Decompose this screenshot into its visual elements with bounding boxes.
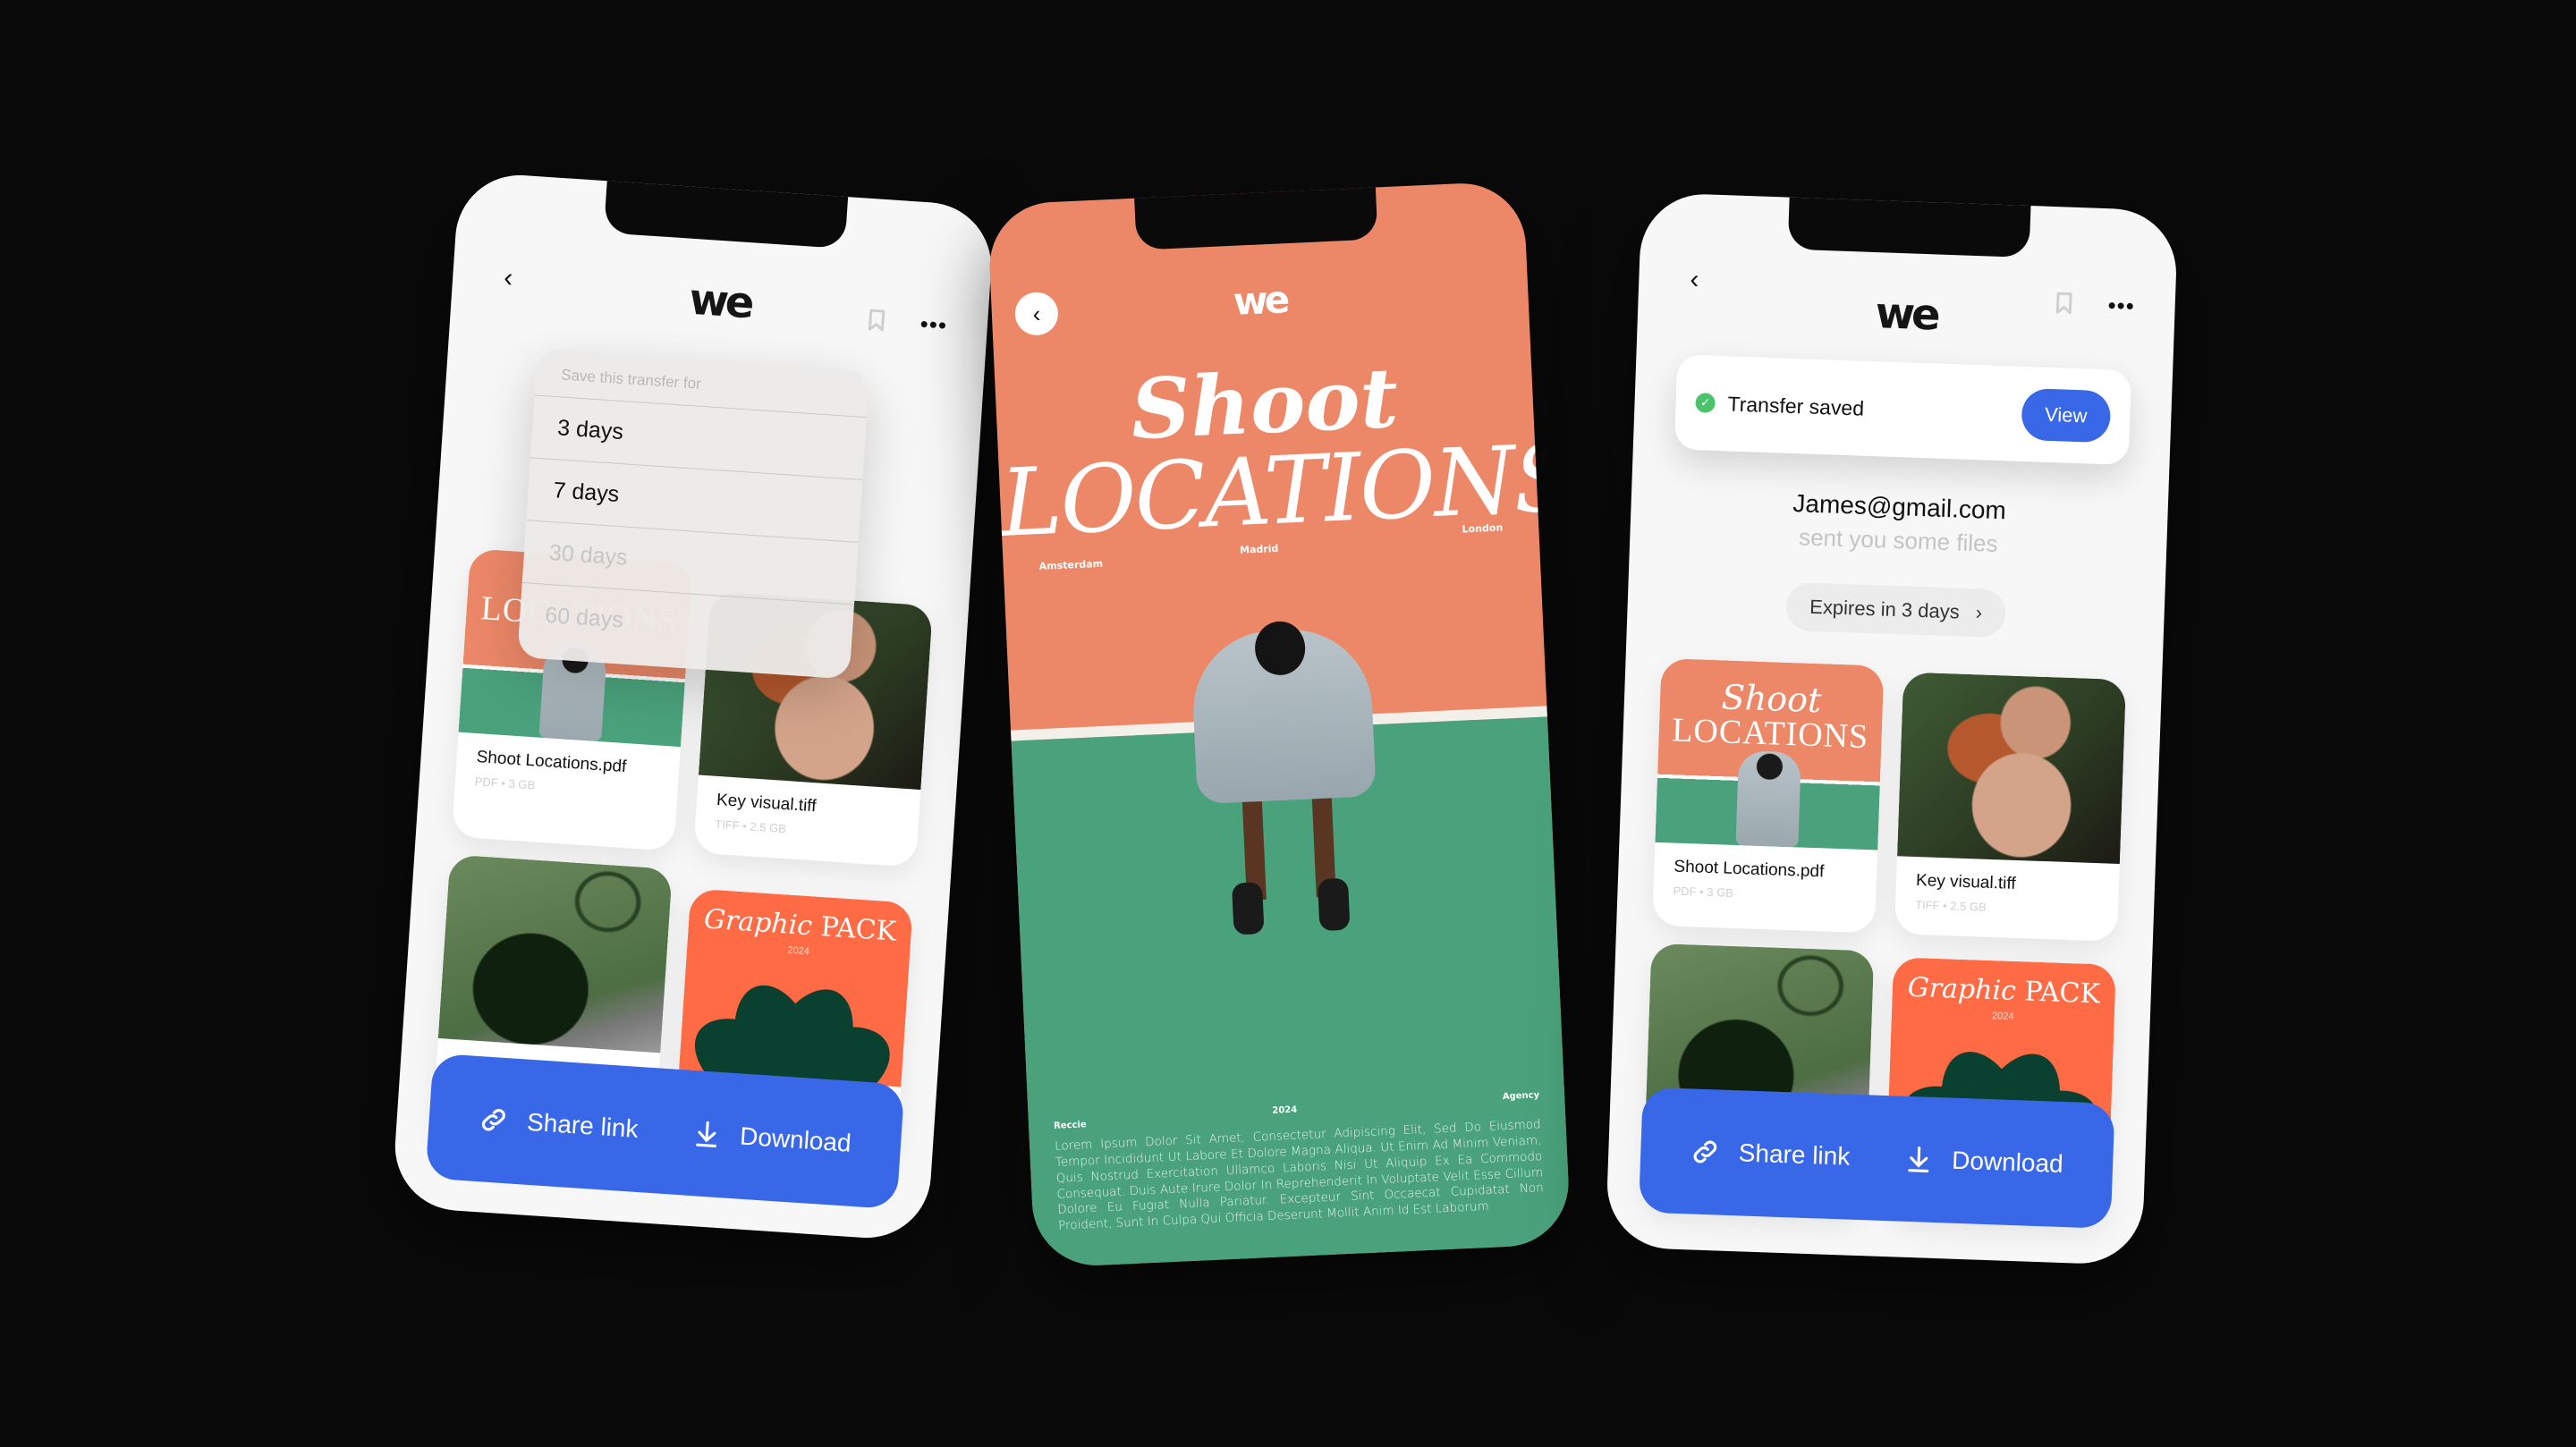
toast-message: Transfer saved [1727,391,1865,420]
wetransfer-logo: we [1232,277,1288,324]
city-label: Amsterdam [1038,557,1104,572]
phone-middle: ‹ we Shoot LOCATIONS Amsterdam Madrid Lo… [987,181,1572,1268]
chevron-left-icon[interactable]: ‹ [1013,291,1059,336]
file-thumbnail: Shoot LOCATIONS [1655,657,1885,850]
chevron-left-icon[interactable]: ‹ [1670,256,1718,304]
download-icon [696,1121,716,1148]
file-info: PDF • 3 GB [474,774,536,792]
download-icon [1908,1147,1929,1172]
city-label: Madrid [1239,542,1279,556]
file-info: TIFF • 2.5 GB [714,817,787,836]
file-name: Key visual.tiff [716,790,818,817]
download-button[interactable]: Download [1903,1144,2064,1180]
poster-footer: Reccie 2024 Agency Lorem Ipsum Dolor Sit… [1053,1090,1545,1234]
chevron-left-icon[interactable]: ‹ [484,254,533,303]
top-bar: ‹ we ••• [450,233,991,350]
link-icon [482,1108,506,1131]
bookmark-icon[interactable] [852,296,901,345]
save-duration-dropdown: Save this transfer for 3 days 7 days 30 … [517,348,870,680]
link-icon [1694,1140,1717,1164]
file-card[interactable]: Shoot LOCATIONS Shoot Locations.pdf PDF … [1652,657,1885,934]
bookmark-icon[interactable] [2040,280,2089,328]
notch [1133,183,1378,250]
share-link-button[interactable]: Share link [478,1104,640,1145]
footer-label-left: Reccie [1053,1120,1087,1132]
notch [1787,193,2031,258]
file-info: TIFF • 2.5 GB [1914,898,1987,914]
notch [603,177,849,250]
transfer-saved-toast: ✓ Transfer saved View [1674,354,2132,466]
chevron-right-icon: › [1975,601,1983,624]
file-thumbnail: Graphic PACK 2024 [678,888,913,1087]
thumb-title: LOCATIONS [1671,711,1869,757]
action-bar: Share link Download [1638,1087,2115,1229]
wetransfer-logo: we [687,274,753,329]
file-thumbnail [437,854,673,1054]
expires-pill[interactable]: Expires in 3 days › [1785,581,2006,639]
phone-left: ‹ we ••• Save this transfer for 3 days 7… [391,171,996,1242]
footer-label-center: 2024 [1272,1104,1298,1116]
city-label: London [1462,521,1504,536]
file-thumbnail [1897,672,2127,864]
file-card[interactable]: Key visual.tiff TIFF • 2.5 GB [1894,672,2127,942]
thumb-year: 2024 [1991,1011,2014,1022]
share-link-button[interactable]: Share link [1690,1136,1851,1172]
file-name: Key visual.tiff [1915,871,2016,893]
file-info: PDF • 3 GB [1673,884,1734,900]
view-button[interactable]: View [2021,387,2112,444]
more-icon[interactable]: ••• [909,300,958,349]
poster-title-line2: LOCATIONS [997,422,1572,558]
more-icon[interactable]: ••• [2097,282,2146,330]
file-name: Shoot Locations.pdf [476,748,628,777]
thumb-title: Graphic PACK [1907,971,2101,1011]
expires-label: Expires in 3 days [1809,595,1961,623]
poster-photo-figure [1162,607,1408,935]
phone-right: ‹ we ••• ✓ Transfer saved View James@gma… [1605,191,2179,1266]
download-button[interactable]: Download [691,1118,852,1159]
check-circle-icon: ✓ [1695,393,1716,413]
thumb-figure [1734,750,1801,848]
top-bar: ‹ we ••• [1637,255,2176,354]
file-name: Shoot Locations.pdf [1674,857,1825,882]
footer-label-right: Agency [1502,1090,1540,1103]
wetransfer-logo: we [1874,288,1938,341]
